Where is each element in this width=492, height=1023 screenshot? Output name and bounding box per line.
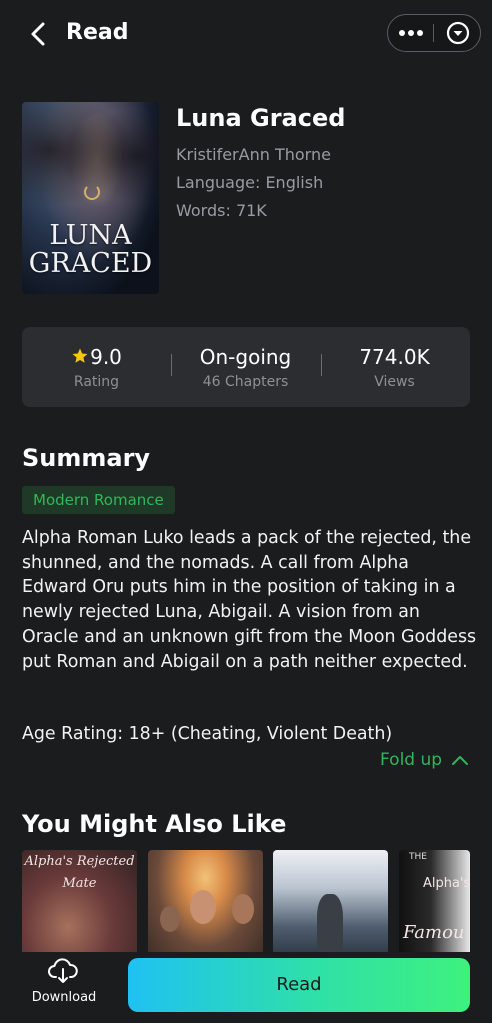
recommendation-cover-text: Alpha's Rejected	[24, 854, 135, 869]
read-button[interactable]: Read	[128, 958, 470, 1012]
cover-title-line2: GRACED	[28, 248, 153, 279]
capsule-divider	[433, 24, 434, 42]
star-icon	[72, 348, 88, 363]
stat-status: On-going 46 Chapters	[171, 343, 320, 392]
page-title: Read	[66, 20, 129, 45]
summary-text: Alpha Roman Luko leads a pack of the rej…	[22, 528, 477, 672]
capsule-menu	[387, 14, 481, 52]
bottom-bar: Download Read	[0, 952, 492, 1023]
top-bar: Read	[0, 0, 492, 66]
wolf-figure	[317, 894, 343, 950]
more-horizontal-icon[interactable]	[396, 22, 426, 44]
recommendation-cover-text: Alpha's	[423, 876, 470, 891]
fold-up-button[interactable]: Fold up	[380, 748, 442, 772]
book-author[interactable]: KristiferAnn Thorne	[176, 144, 331, 166]
moon-icon	[84, 184, 100, 200]
recommendation-cover-text: THE	[409, 852, 427, 862]
download-icon[interactable]	[48, 958, 78, 986]
chapters-label: 46 Chapters	[202, 374, 289, 390]
genre-tag[interactable]: Modern Romance	[22, 486, 175, 514]
download-button[interactable]: Download	[22, 990, 106, 1005]
recommendation-cover[interactable]	[148, 850, 263, 960]
cover-figure	[190, 890, 216, 924]
cover-title-line1: LUNA	[49, 220, 132, 251]
chevron-up-icon[interactable]	[450, 752, 470, 768]
recommendation-cover[interactable]: THE Alpha's Famou	[399, 850, 470, 960]
recommendations-heading: You Might Also Like	[22, 810, 287, 838]
summary-heading: Summary	[22, 444, 151, 472]
book-title: Luna Graced	[176, 104, 346, 132]
book-cover: LUNA GRACED	[22, 102, 159, 294]
recommendation-cover[interactable]: Alpha's Rejected Mate	[22, 850, 137, 960]
chevron-left-icon[interactable]	[24, 18, 52, 50]
stat-rating: 9.0 Rating	[22, 343, 171, 392]
book-word-count: Words: 71K	[176, 201, 267, 220]
recommendation-cover-text: Famou	[403, 922, 465, 943]
status-value: On-going	[199, 345, 292, 369]
book-language: Language: English	[176, 173, 324, 192]
circle-chevron-down-icon[interactable]	[446, 21, 470, 45]
cover-figure	[160, 906, 180, 932]
rating-value: 9.0	[90, 345, 122, 369]
recommendation-cover-text: Mate	[62, 876, 97, 891]
recommendation-cover[interactable]	[273, 850, 388, 960]
views-value: 774.0K	[359, 345, 430, 369]
rating-label: Rating	[73, 374, 120, 390]
stat-views: 774.0K Views	[320, 343, 469, 392]
cover-figure	[232, 894, 254, 924]
cover-art	[22, 102, 159, 222]
stats-card: 9.0 Rating On-going 46 Chapters 774.0K V…	[22, 327, 470, 407]
age-rating: Age Rating: 18+ (Cheating, Violent Death…	[22, 724, 393, 744]
views-label: Views	[374, 374, 415, 390]
